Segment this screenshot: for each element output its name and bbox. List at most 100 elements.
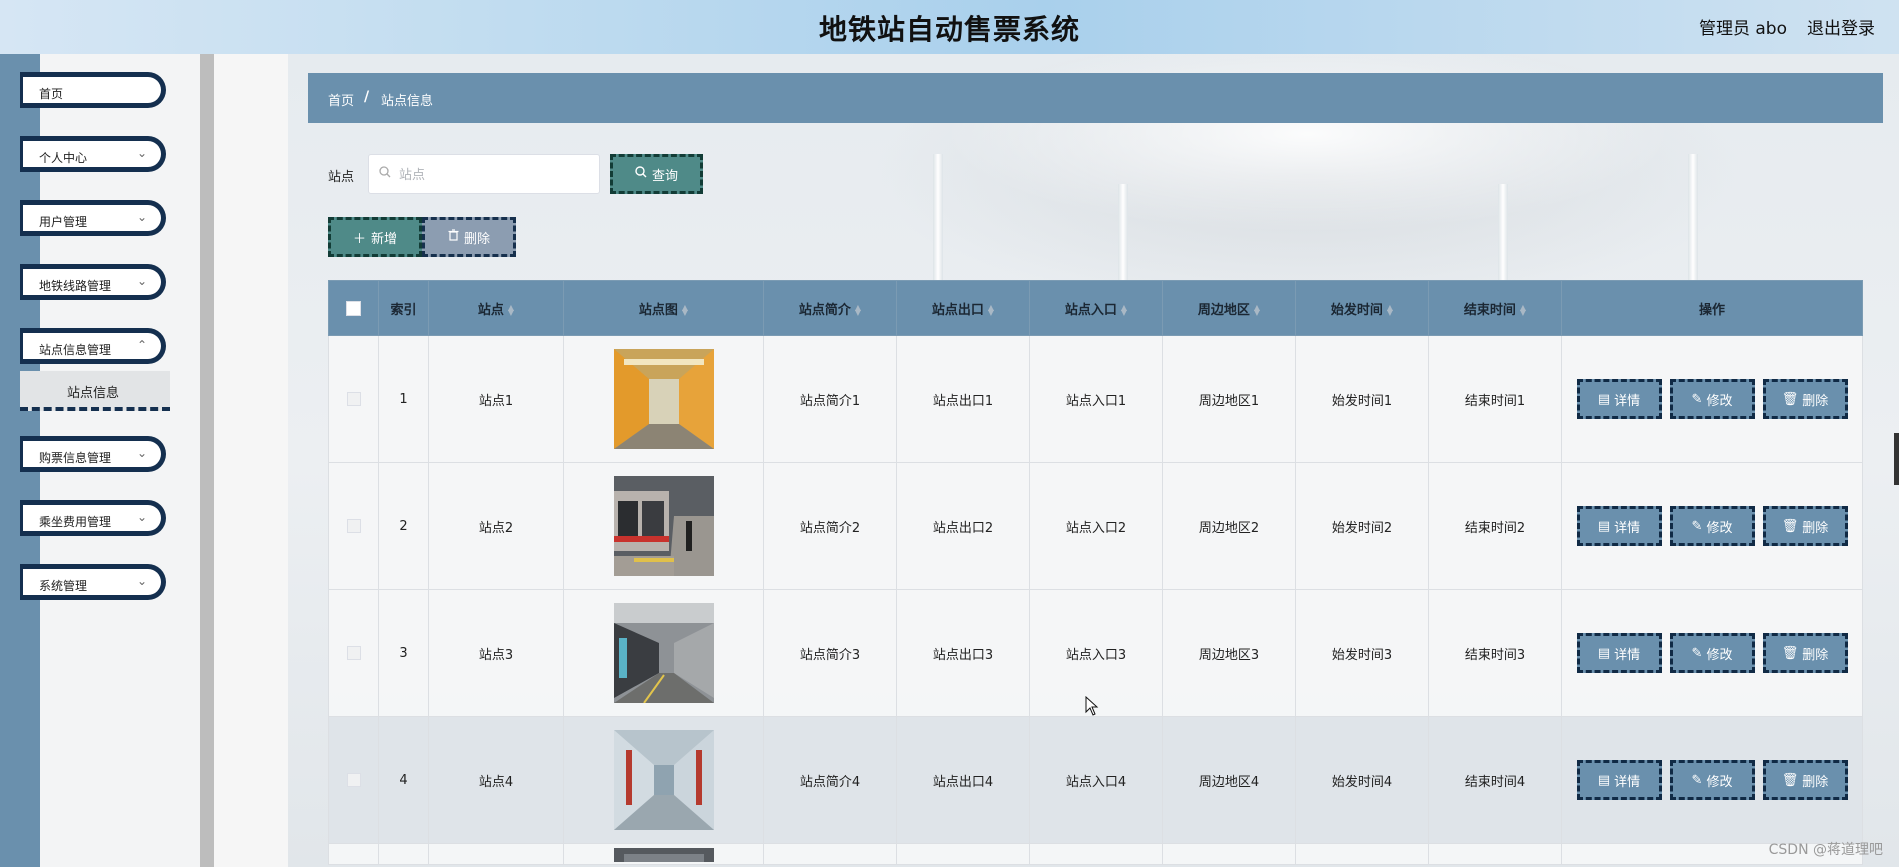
cell-station — [428, 843, 564, 865]
current-user-label: 管理员 abo — [1698, 19, 1787, 39]
column-header-station[interactable]: 站点 ▲ ▼ — [428, 280, 564, 336]
logout-link[interactable]: 退出登录 — [1807, 14, 1875, 39]
delete-button[interactable]: 🗑 删除 — [1762, 506, 1848, 546]
column-header-end-time[interactable]: 结束时间 ▲ ▼ — [1428, 280, 1562, 336]
table-row: 4 站点4 站点简介4 站点出口4 站点入口4 周边地区4 始发时间4 结束时间… — [328, 716, 1863, 844]
scrollbar-thumb[interactable] — [1894, 433, 1899, 485]
column-header-label: 结束时间 — [1463, 302, 1516, 318]
cell-start-time: 始发时间2 — [1295, 462, 1429, 590]
query-button[interactable]: 查询 — [610, 154, 703, 194]
search-field[interactable] — [368, 154, 600, 194]
sort-icon[interactable]: ▲ ▼ — [1387, 304, 1393, 317]
station-thumbnail[interactable] — [613, 349, 714, 449]
sort-icon[interactable]: ▲ ▼ — [855, 304, 861, 317]
column-header-start-time[interactable]: 始发时间 ▲ ▼ — [1295, 280, 1429, 336]
column-header-label: 站点图 — [638, 302, 678, 318]
cell-start-time: 始发时间1 — [1295, 335, 1429, 463]
sidebar-item-personal-center[interactable]: 个人中心 ⌄ — [20, 136, 166, 172]
cell-actions: ▤ 详情 ✎ 修改 🗑 删除 — [1561, 462, 1863, 590]
delete-button[interactable]: 🗑 删除 — [1762, 633, 1848, 673]
sidebar-item-home[interactable]: 首页 — [20, 72, 166, 108]
station-thumbnail[interactable] — [613, 603, 714, 703]
sidebar-item-station-info-management[interactable]: 站点信息管理 ⌃ — [20, 328, 166, 364]
table-row — [328, 843, 1863, 865]
trash-icon: 🗑 — [1781, 518, 1799, 534]
sort-icon[interactable]: ▲ ▼ — [1121, 304, 1127, 317]
column-header-actions: 操作 — [1561, 280, 1863, 336]
edit-button-label: 修改 — [1706, 774, 1733, 790]
row-checkbox[interactable] — [346, 773, 361, 787]
sidebar-item-system-management[interactable]: 系统管理 ⌄ — [20, 564, 166, 600]
add-button[interactable]: ＋ 新增 — [328, 217, 422, 257]
cell-exit: 站点出口1 — [896, 335, 1030, 463]
column-header-exit[interactable]: 站点出口 ▲ ▼ — [896, 280, 1030, 336]
column-header-label: 操作 — [1698, 302, 1725, 318]
row-checkbox[interactable] — [346, 392, 361, 406]
edit-button[interactable]: ✎ 修改 — [1669, 506, 1755, 546]
cell-intro — [763, 843, 897, 865]
station-thumbnail[interactable] — [613, 847, 714, 862]
column-header-label: 始发时间 — [1330, 302, 1383, 318]
sort-icon[interactable]: ▲ ▼ — [988, 304, 994, 317]
batch-delete-button[interactable]: 删除 — [422, 217, 516, 257]
cell-end-time: 结束时间1 — [1428, 335, 1562, 463]
trash-icon: 🗑 — [1781, 391, 1799, 407]
chevron-down-icon: ⌄ — [136, 574, 147, 588]
cell-index: 2 — [378, 462, 429, 590]
breadcrumb-home[interactable]: 首页 — [328, 90, 354, 109]
delete-button-label: 删除 — [1802, 393, 1829, 409]
sort-icon[interactable]: ▲ ▼ — [508, 304, 514, 317]
column-header-area[interactable]: 周边地区 ▲ ▼ — [1162, 280, 1296, 336]
column-header-intro[interactable]: 站点简介 ▲ ▼ — [763, 280, 897, 336]
search-label: 站点 — [328, 170, 355, 185]
row-checkbox[interactable] — [346, 646, 361, 660]
trash-icon: 🗑 — [1781, 645, 1799, 661]
pencil-icon: ✎ — [1691, 645, 1703, 661]
app-title: 地铁站自动售票系统 — [818, 13, 1080, 46]
sidebar-item-label: 地铁线路管理 — [39, 279, 112, 293]
column-header-label: 周边地区 — [1197, 302, 1250, 318]
edit-button[interactable]: ✎ 修改 — [1669, 760, 1755, 800]
column-header-station-image[interactable]: 站点图 ▲ ▼ — [563, 280, 764, 336]
sidebar-item-ticket-management[interactable]: 购票信息管理 ⌄ — [20, 436, 166, 472]
delete-button[interactable]: 🗑 删除 — [1762, 760, 1848, 800]
query-button-label: 查询 — [651, 168, 678, 184]
cell-actions: ▤ 详情 ✎ 修改 🗑 删除 — [1561, 589, 1863, 717]
cell-area: 周边地区4 — [1162, 716, 1296, 844]
detail-button[interactable]: ▤ 详情 — [1576, 633, 1662, 673]
batch-delete-label: 删除 — [463, 231, 490, 247]
column-header-label: 索引 — [390, 302, 417, 318]
station-thumbnail[interactable] — [613, 730, 714, 830]
cell-intro: 站点简介3 — [763, 589, 897, 717]
cell-intro: 站点简介2 — [763, 462, 897, 590]
cell-end-time — [1428, 843, 1562, 865]
edit-button-label: 修改 — [1706, 393, 1733, 409]
sidebar-item-fare-management[interactable]: 乘坐费用管理 ⌄ — [20, 500, 166, 536]
detail-button[interactable]: ▤ 详情 — [1576, 506, 1662, 546]
cell-exit — [896, 843, 1030, 865]
sort-icon[interactable]: ▲ ▼ — [682, 304, 688, 317]
sidebar-item-metro-lines[interactable]: 地铁线路管理 ⌄ — [20, 264, 166, 300]
sidebar-item-user-management[interactable]: 用户管理 ⌄ — [20, 200, 166, 236]
select-all-checkbox[interactable] — [346, 300, 361, 316]
edit-button[interactable]: ✎ 修改 — [1669, 379, 1755, 419]
sidebar-subitem-station-info[interactable]: 站点信息 — [20, 371, 170, 411]
station-table: 索引 站点 ▲ ▼ 站点图 ▲ ▼ 站点简介 ▲ ▼ 站点出口 ▲ ▼ 站点入口 ▲ ▼ 周边地区 ▲… — [328, 280, 1863, 865]
detail-button[interactable]: ▤ 详情 — [1576, 760, 1662, 800]
sort-icon[interactable]: ▲ ▼ — [1254, 304, 1260, 317]
edit-button[interactable]: ✎ 修改 — [1669, 633, 1755, 673]
search-input[interactable] — [397, 164, 591, 186]
detail-button-label: 详情 — [1614, 647, 1641, 663]
sidebar-item-label: 首页 — [39, 87, 64, 101]
column-header-label: 站点出口 — [931, 302, 984, 318]
row-select-cell — [328, 716, 379, 844]
column-header-index: 索引 — [378, 280, 429, 336]
delete-button-label: 删除 — [1802, 647, 1829, 663]
detail-button[interactable]: ▤ 详情 — [1576, 379, 1662, 419]
sort-icon[interactable]: ▲ ▼ — [1520, 304, 1526, 317]
column-header-entry[interactable]: 站点入口 ▲ ▼ — [1029, 280, 1163, 336]
row-checkbox[interactable] — [346, 519, 361, 533]
delete-button[interactable]: 🗑 删除 — [1762, 379, 1848, 419]
station-thumbnail[interactable] — [613, 476, 714, 576]
cell-entry: 站点入口4 — [1029, 716, 1163, 844]
